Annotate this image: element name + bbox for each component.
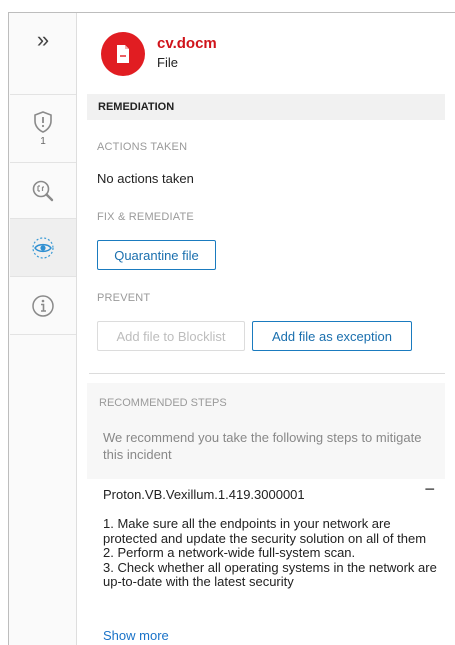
details-panel: cv.docm File REMEDIATION ACTIONS TAKEN N… (77, 13, 455, 645)
document-icon (101, 32, 145, 76)
inspect-icon (32, 180, 54, 201)
file-header: cv.docm File (77, 13, 455, 83)
file-name: cv.docm (157, 35, 217, 52)
remediation-header: REMEDIATION (87, 94, 445, 120)
actions-taken-text: No actions taken (97, 171, 194, 186)
file-type: File (157, 55, 178, 70)
rail-item-alerts[interactable]: 1 (10, 95, 76, 163)
alert-count-badge: 1 (40, 136, 46, 147)
side-rail: » 1 (10, 13, 77, 645)
fix-remediate-caption: FIX & REMEDIATE (97, 211, 194, 223)
show-more-link[interactable]: Show more (103, 628, 169, 643)
collapse-icon[interactable]: − (424, 479, 435, 500)
prevent-caption: PREVENT (97, 292, 151, 304)
rail-item-investigate[interactable] (10, 163, 76, 219)
recommended-steps-section: RECOMMENDED STEPS We recommend you take … (87, 383, 445, 645)
info-icon (32, 294, 54, 317)
step-card: Proton.VB.Vexillum.1.419.3000001 − 1. Ma… (87, 479, 445, 645)
eye-icon (32, 236, 54, 259)
recommended-steps-title: RECOMMENDED STEPS (99, 397, 227, 409)
quarantine-file-button[interactable]: Quarantine file (97, 240, 216, 270)
step-body: 1. Make sure all the endpoints in your n… (103, 516, 437, 589)
add-to-blocklist-button[interactable]: Add file to Blocklist (97, 321, 245, 351)
rail-item-info[interactable] (10, 277, 76, 335)
add-exception-button[interactable]: Add file as exception (252, 321, 412, 351)
recommended-intro: We recommend you take the following step… (103, 430, 422, 462)
rail-item-remediation[interactable] (10, 219, 76, 277)
shield-alert-icon (34, 111, 52, 133)
expand-panel-button[interactable]: » (10, 13, 76, 95)
step-title: Proton.VB.Vexillum.1.419.3000001 (103, 487, 305, 502)
expand-icon[interactable]: » (37, 27, 49, 53)
actions-taken-caption: ACTIONS TAKEN (97, 141, 188, 153)
section-divider (89, 373, 445, 374)
